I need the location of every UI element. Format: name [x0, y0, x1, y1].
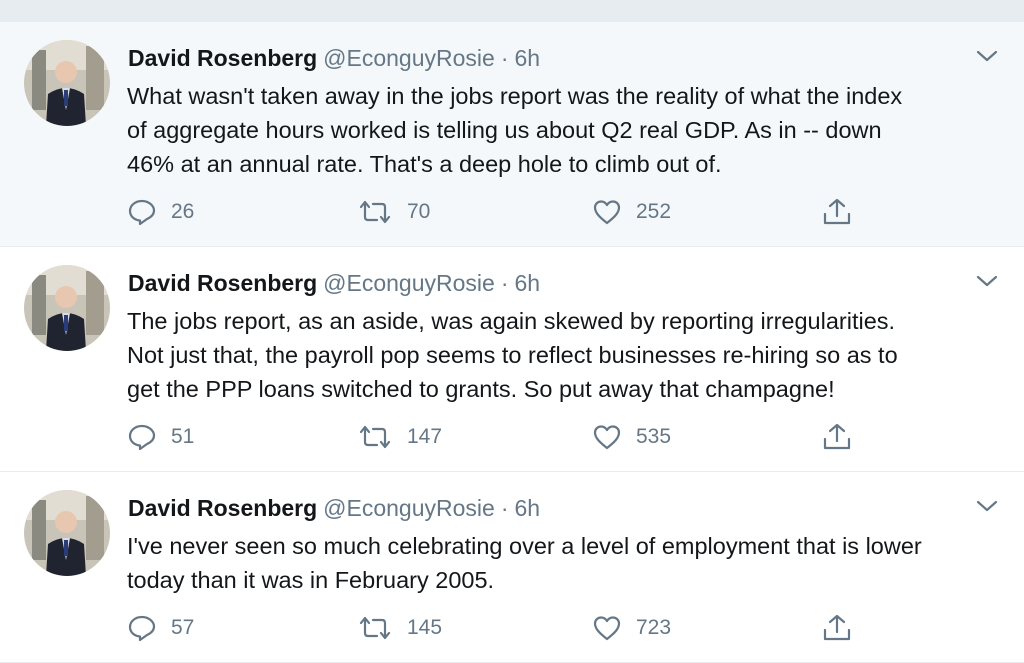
share-icon	[823, 614, 851, 641]
heart-icon	[593, 200, 621, 225]
share-icon	[823, 198, 851, 225]
share-button[interactable]	[821, 612, 853, 644]
separator-dot: ·	[500, 45, 509, 71]
share-icon	[823, 423, 851, 450]
like-count: 252	[636, 200, 672, 223]
retweet-icon	[359, 616, 391, 640]
avatar[interactable]	[24, 490, 110, 576]
author-handle[interactable]: @EconguyRosie	[323, 495, 495, 521]
reply-count: 57	[171, 616, 195, 639]
tweet-actions: 57 145 723	[127, 612, 867, 644]
chevron-down-icon[interactable]	[976, 48, 998, 64]
timestamp[interactable]: 6h	[515, 495, 541, 521]
tweet-text: The jobs report, as an aside, was again …	[127, 304, 1007, 406]
tweet-text-line: What wasn't taken away in the jobs repor…	[127, 83, 903, 109]
reply-count: 51	[171, 425, 195, 448]
retweet-icon	[359, 200, 391, 224]
retweet-count: 147	[407, 425, 443, 448]
timestamp[interactable]: 6h	[515, 45, 541, 71]
chevron-down-icon[interactable]	[976, 498, 998, 514]
author-name[interactable]: David Rosenberg	[128, 495, 317, 521]
reply-icon	[128, 199, 156, 226]
author-name[interactable]: David Rosenberg	[128, 45, 317, 71]
share-button[interactable]	[821, 421, 853, 453]
tweet-text: What wasn't taken away in the jobs repor…	[127, 79, 1007, 181]
retweet-button[interactable]: 70	[357, 196, 430, 228]
retweet-count: 70	[407, 200, 431, 223]
separator-dot: ·	[500, 270, 509, 296]
reply-button[interactable]: 26	[127, 196, 194, 228]
reply-button[interactable]: 51	[127, 421, 194, 453]
tweet-text-line: I've never seen so much celebrating over…	[127, 533, 922, 559]
author-name[interactable]: David Rosenberg	[128, 270, 317, 296]
avatar[interactable]	[24, 265, 110, 351]
author-handle[interactable]: @EconguyRosie	[323, 270, 495, 296]
author-handle[interactable]: @EconguyRosie	[323, 45, 495, 71]
like-button[interactable]: 723	[592, 612, 671, 644]
share-button[interactable]	[821, 196, 853, 228]
reply-icon	[128, 424, 156, 451]
avatar[interactable]	[24, 40, 110, 126]
tweet-text-line: get the PPP loans switched to grants. So…	[127, 376, 835, 402]
like-count: 723	[636, 616, 672, 639]
reply-button[interactable]: 57	[127, 612, 194, 644]
heart-icon	[593, 425, 621, 450]
timeline-top-bar	[0, 0, 1024, 22]
timestamp[interactable]: 6h	[515, 270, 541, 296]
tweet-text: I've never seen so much celebrating over…	[127, 529, 1007, 597]
tweet-text-line: of aggregate hours worked is telling us …	[127, 117, 882, 143]
retweet-button[interactable]: 145	[357, 612, 442, 644]
like-count: 535	[636, 425, 672, 448]
tweet-text-line: Not just that, the payroll pop seems to …	[127, 342, 898, 368]
tweet[interactable]: David Rosenberg @EconguyRosie · 6h What was…	[0, 22, 1024, 247]
tweet-header: David Rosenberg @EconguyRosie · 6h	[128, 267, 540, 299]
like-button[interactable]: 252	[592, 196, 671, 228]
tweet[interactable]: David Rosenberg @EconguyRosie · 6h I've nev…	[0, 472, 1024, 663]
separator-dot: ·	[500, 495, 509, 521]
retweet-button[interactable]: 147	[357, 421, 442, 453]
tweet-actions: 51 147 535	[127, 421, 867, 453]
tweet-text-line: 46% at an annual rate. That's a deep hol…	[127, 151, 722, 177]
retweet-count: 145	[407, 616, 443, 639]
reply-icon	[128, 615, 156, 642]
retweet-icon	[359, 425, 391, 449]
tweet-header: David Rosenberg @EconguyRosie · 6h	[128, 492, 540, 524]
tweet[interactable]: David Rosenberg @EconguyRosie · 6h The jobs…	[0, 247, 1024, 472]
tweet-text-line: The jobs report, as an aside, was again …	[127, 308, 896, 334]
chevron-down-icon[interactable]	[976, 273, 998, 289]
tweet-header: David Rosenberg @EconguyRosie · 6h	[128, 42, 540, 74]
reply-count: 26	[171, 200, 195, 223]
tweet-actions: 26 70 252	[127, 196, 867, 228]
tweet-text-line: today than it was in February 2005.	[127, 567, 495, 593]
like-button[interactable]: 535	[592, 421, 671, 453]
heart-icon	[593, 616, 621, 641]
